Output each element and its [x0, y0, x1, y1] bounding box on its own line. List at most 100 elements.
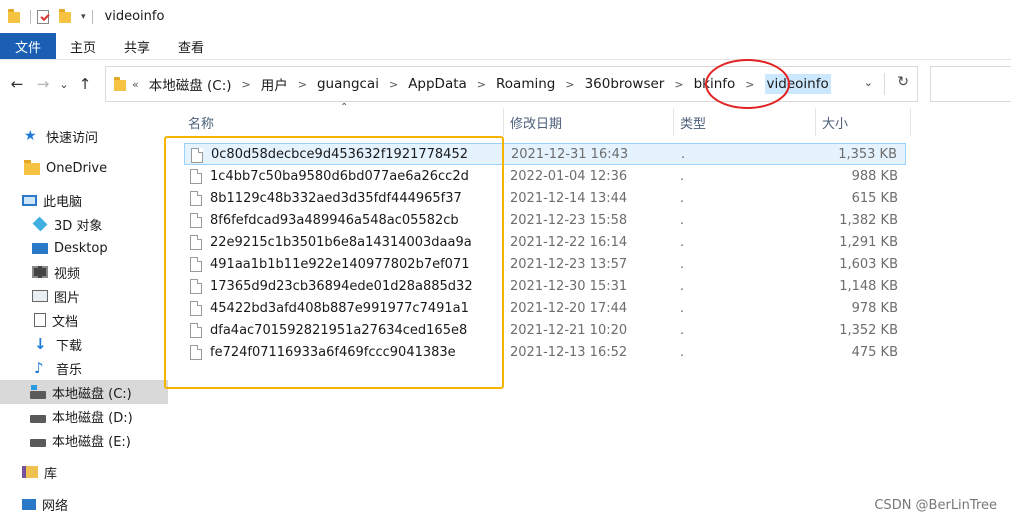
file-size: 1,291 KB	[839, 234, 898, 250]
sidebar-item-label: 文档	[52, 314, 79, 330]
file-modified: 2021-12-23 13:57	[510, 256, 628, 272]
column-header-name[interactable]: 名称	[182, 108, 504, 136]
file-size: 1,353 KB	[838, 146, 897, 162]
yellow-highlight-annotation	[164, 136, 504, 389]
overflow-chevron[interactable]: «	[132, 78, 139, 91]
column-header-type[interactable]: 类型	[674, 108, 816, 136]
sidebar-item-label: 本地磁盘 (E:)	[52, 434, 131, 450]
dropdown-icon[interactable]: ▾	[81, 12, 86, 22]
file-size: 1,352 KB	[839, 322, 898, 338]
download-icon: ↓	[34, 335, 47, 353]
sidebar-item-downloads[interactable]: ↓ 下载	[0, 332, 168, 356]
sidebar-item-drive-e[interactable]: 本地磁盘 (E:)	[0, 428, 168, 452]
sidebar-item-label: 本地磁盘 (C:)	[52, 386, 132, 402]
file-modified: 2021-12-13 16:52	[510, 344, 628, 360]
chevron-right-icon[interactable]: >	[565, 78, 574, 91]
sidebar-item-onedrive[interactable]: OneDrive	[0, 156, 168, 180]
drive-icon	[30, 415, 46, 423]
sidebar-item-label: 图片	[54, 290, 81, 306]
chevron-down-icon[interactable]: ⌄	[864, 76, 873, 89]
sidebar-item-videos[interactable]: 视频	[0, 260, 168, 284]
picture-icon	[32, 290, 48, 302]
star-icon: ★	[24, 128, 37, 144]
sidebar-item-drive-c[interactable]: 本地磁盘 (C:)	[0, 380, 168, 404]
sidebar-item-label: OneDrive	[46, 160, 108, 176]
file-type: .	[681, 146, 686, 162]
back-button[interactable]: ←	[4, 71, 30, 97]
sidebar-item-label: 视频	[54, 266, 81, 282]
file-type: .	[680, 256, 685, 272]
file-size: 978 KB	[851, 300, 898, 316]
file-size: 1,603 KB	[839, 256, 898, 272]
sidebar-item-desktop[interactable]: Desktop	[0, 236, 168, 260]
sidebar-item-label: 库	[44, 466, 58, 482]
chevron-right-icon[interactable]: >	[477, 78, 486, 91]
breadcrumb-appdata[interactable]: AppData	[408, 76, 467, 92]
toolbar-divider	[30, 9, 31, 24]
breadcrumb-users[interactable]: 用户	[261, 74, 288, 94]
recent-locations-button[interactable]: ⌄	[56, 71, 72, 97]
tab-home[interactable]: 主页	[56, 33, 110, 59]
quick-access-toolbar: ▾	[8, 8, 99, 24]
search-input[interactable]	[930, 66, 1011, 102]
sidebar-item-libraries[interactable]: 库	[0, 460, 168, 484]
file-size: 615 KB	[851, 190, 898, 206]
file-size: 475 KB	[851, 344, 898, 360]
sidebar-item-documents[interactable]: 文档	[0, 308, 168, 332]
sidebar-item-music[interactable]: ♪ 音乐	[0, 356, 168, 380]
sidebar-item-label: Desktop	[54, 240, 108, 256]
folder-icon	[114, 76, 126, 91]
chevron-right-icon[interactable]: >	[674, 78, 683, 91]
file-modified: 2021-12-31 16:43	[511, 146, 629, 162]
sidebar-item-pictures[interactable]: 图片	[0, 284, 168, 308]
sidebar-item-label: 快速访问	[46, 130, 99, 146]
sidebar-item-this-pc[interactable]: 此电脑	[0, 188, 168, 212]
music-icon: ♪	[34, 359, 44, 377]
tab-share[interactable]: 共享	[110, 33, 164, 59]
chevron-right-icon[interactable]: >	[389, 78, 398, 91]
file-type: .	[680, 322, 685, 338]
sidebar-item-3d-objects[interactable]: 3D 对象	[0, 212, 168, 236]
breadcrumb-drive-c[interactable]: 本地磁盘 (C:)	[149, 74, 232, 94]
address-bar[interactable]: « 本地磁盘 (C:) > 用户 > guangcai > AppData > …	[105, 66, 918, 102]
sidebar-item-network[interactable]: 网络	[0, 492, 168, 516]
toolbar-divider	[91, 9, 93, 24]
forward-button[interactable]: →	[30, 71, 56, 97]
file-modified: 2021-12-21 10:20	[510, 322, 628, 338]
new-folder-icon[interactable]	[59, 8, 73, 24]
folder-icon	[24, 160, 40, 175]
column-header-modified[interactable]: 修改日期	[504, 108, 674, 136]
drive-icon	[30, 439, 46, 447]
breadcrumb-360browser[interactable]: 360browser	[585, 76, 665, 92]
sidebar-item-quick-access[interactable]: ★ 快速访问	[0, 124, 168, 148]
document-icon	[34, 313, 46, 327]
column-header-size[interactable]: 大小	[816, 108, 911, 136]
sidebar-item-drive-d[interactable]: 本地磁盘 (D:)	[0, 404, 168, 428]
breadcrumb-guangcai[interactable]: guangcai	[317, 76, 379, 92]
properties-icon[interactable]	[37, 9, 51, 24]
tab-file[interactable]: 文件	[0, 33, 56, 59]
file-modified: 2022-01-04 12:36	[510, 168, 628, 184]
sidebar-item-label: 音乐	[56, 362, 83, 378]
folder-icon[interactable]	[8, 8, 22, 24]
refresh-button[interactable]: ↻	[897, 74, 909, 90]
address-divider	[884, 73, 885, 95]
library-icon	[22, 466, 38, 478]
up-button[interactable]: ↑	[72, 71, 98, 97]
column-headers: 名称 修改日期 类型 大小	[168, 108, 911, 136]
chevron-right-icon[interactable]: >	[298, 78, 307, 91]
file-size: 1,148 KB	[839, 278, 898, 294]
red-circle-annotation	[705, 59, 790, 109]
cube-icon	[32, 216, 48, 232]
breadcrumb-roaming[interactable]: Roaming	[496, 76, 555, 92]
file-modified: 2021-12-30 15:31	[510, 278, 628, 294]
file-size: 988 KB	[851, 168, 898, 184]
file-type: .	[680, 234, 685, 250]
ribbon-tabs: 文件 主页 共享 查看	[0, 33, 1011, 60]
navigation-pane: ★ 快速访问 OneDrive 此电脑 3D 对象 Desktop 视频 图片 …	[0, 122, 168, 521]
file-type: .	[680, 168, 685, 184]
file-type: .	[680, 212, 685, 228]
video-icon	[32, 266, 48, 278]
tab-view[interactable]: 查看	[164, 33, 218, 59]
chevron-right-icon[interactable]: >	[242, 78, 251, 91]
